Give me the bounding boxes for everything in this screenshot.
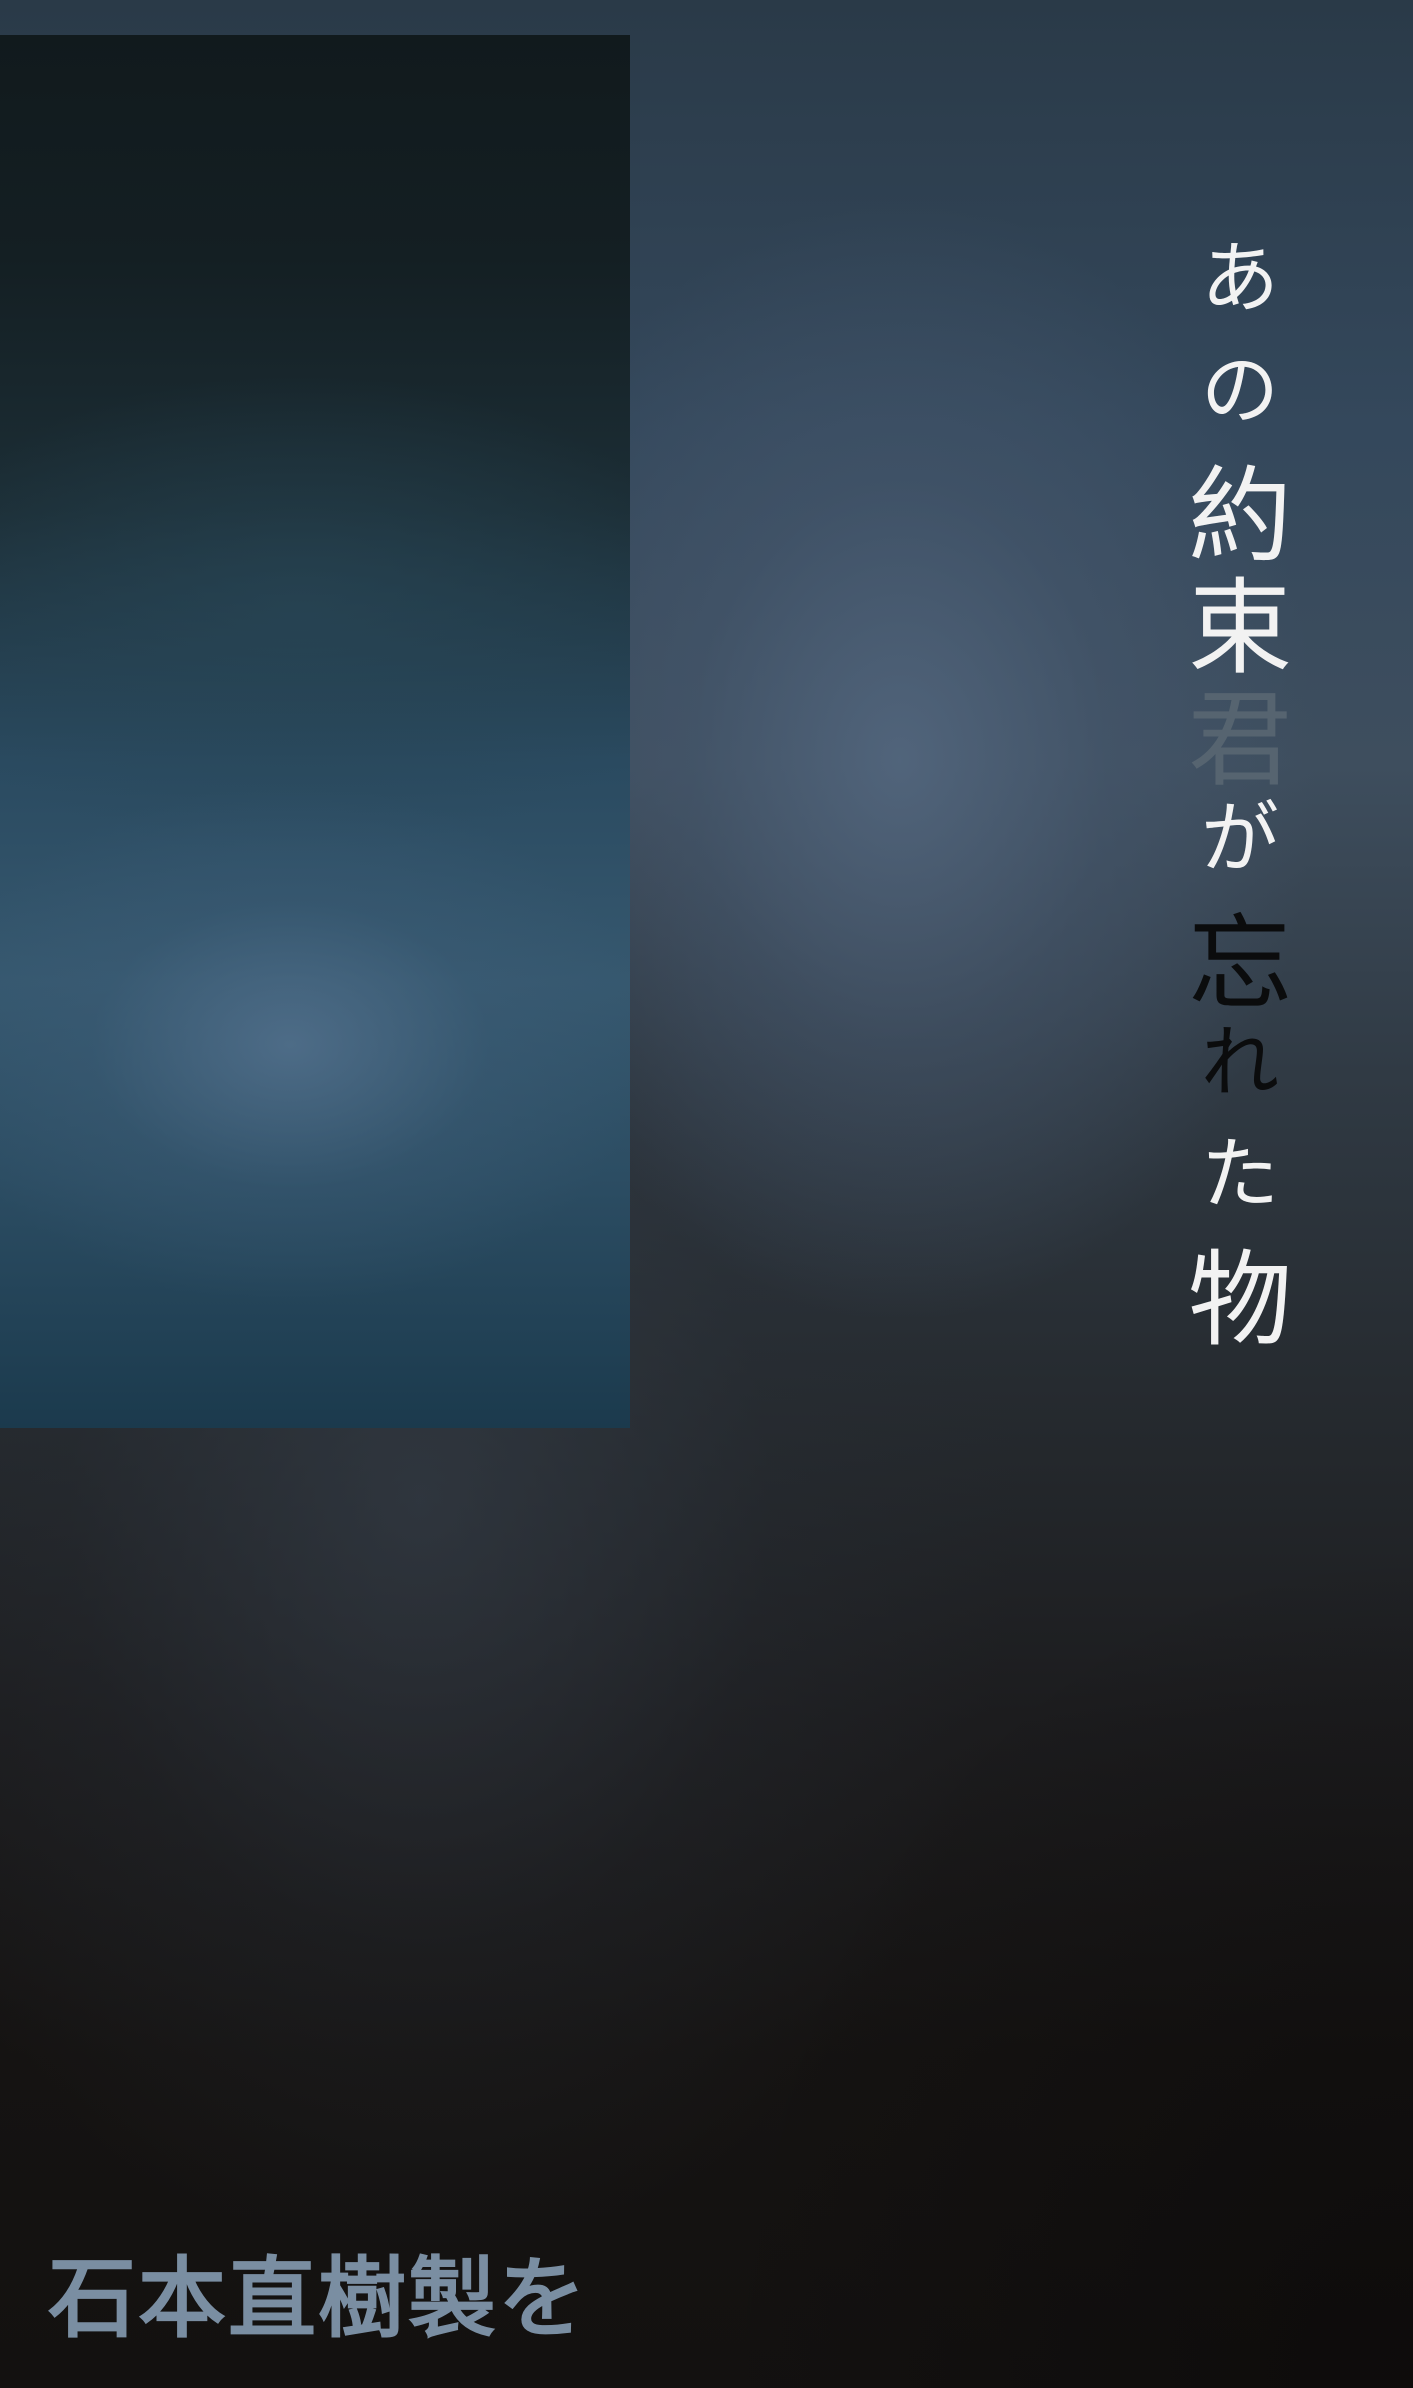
title-char: れ (1200, 1018, 1279, 1108)
title-char: 君 (1187, 679, 1292, 801)
book-cover: あ の 約 束 君 が 忘 れ た 物 石本直樹製を (0, 0, 1413, 2388)
title-char: 物 (1187, 1239, 1292, 1361)
title-char: た (1200, 1130, 1279, 1220)
title-char: の (1200, 346, 1279, 436)
author-name: 石本直樹製を (48, 2246, 589, 2350)
title-char: あ (1200, 234, 1279, 324)
title-char: 約 (1187, 455, 1292, 577)
cover-photo (0, 35, 630, 1428)
title-char: 忘 (1187, 903, 1292, 1025)
title-char: が (1200, 794, 1279, 884)
vertical-title: あ の 約 束 君 が 忘 れ た 物 (1185, 240, 1295, 1360)
title-char: 束 (1187, 567, 1292, 689)
